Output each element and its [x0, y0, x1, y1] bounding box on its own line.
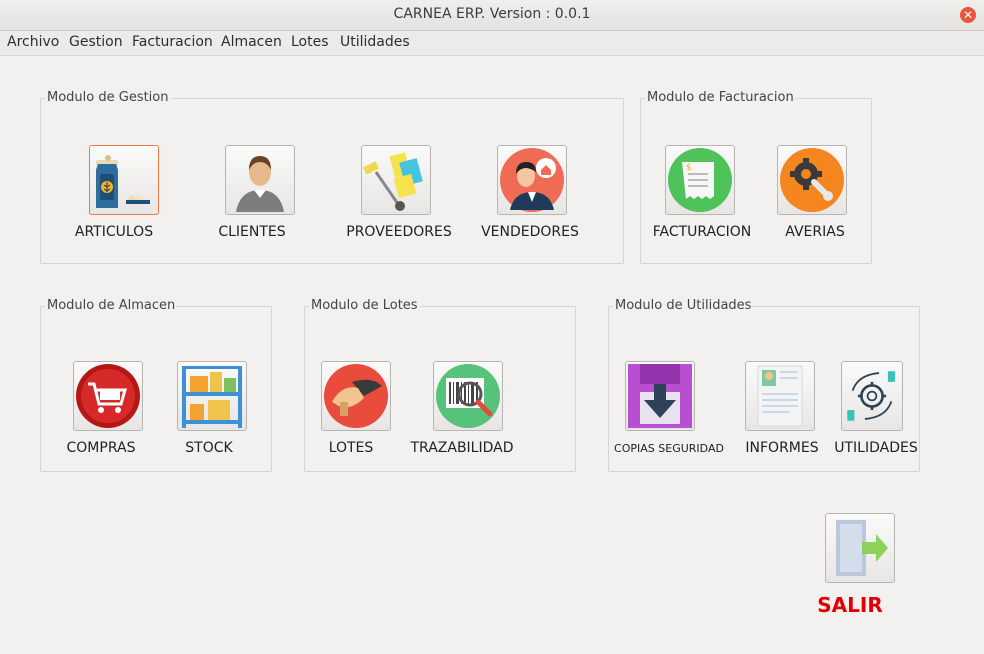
copias-seguridad-label: COPIAS SEGURIDAD — [614, 442, 724, 455]
exit-door-icon — [836, 520, 888, 576]
utilidades-button[interactable] — [841, 361, 903, 431]
facturacion-button[interactable]: $ — [665, 145, 735, 215]
averias-button[interactable] — [777, 145, 847, 215]
facturacion-label: FACTURACION — [652, 224, 752, 240]
lotes-label: LOTES — [328, 440, 374, 456]
menu-almacen[interactable]: Almacen — [221, 34, 282, 50]
flour-bag-icon — [96, 155, 150, 208]
group-utilidades-title: Modulo de Utilidades — [613, 298, 754, 313]
group-almacen-title: Modulo de Almacen — [45, 298, 178, 313]
group-lotes-title: Modulo de Lotes — [309, 298, 420, 313]
stock-label: STOCK — [185, 440, 233, 456]
copias-seguridad-button[interactable] — [625, 361, 695, 431]
salir-label: SALIR — [817, 593, 883, 617]
lot-scanner-icon — [324, 364, 388, 428]
menu-facturacion[interactable]: Facturacion — [132, 34, 213, 50]
compras-label: COMPRAS — [66, 440, 136, 456]
averias-label: AVERIAS — [785, 224, 845, 240]
vendedores-label: VENDEDORES — [481, 224, 579, 240]
lotes-button[interactable] — [321, 361, 391, 431]
articulos-button[interactable] — [89, 145, 159, 215]
person-icon — [236, 156, 284, 212]
salir-button[interactable] — [825, 513, 895, 583]
floppy-download-icon — [628, 364, 692, 428]
proveedores-button[interactable] — [361, 145, 431, 215]
informes-label: INFORMES — [745, 440, 819, 456]
shopping-cart-icon — [76, 364, 140, 428]
menu-archivo[interactable]: Archivo — [7, 34, 59, 50]
svg-text:$: $ — [686, 163, 692, 173]
clientes-label: CLIENTES — [218, 224, 286, 240]
articulos-label: ARTICULOS — [74, 224, 154, 240]
close-icon[interactable]: ✕ — [960, 7, 976, 23]
salesperson-icon — [500, 148, 564, 212]
clientes-button[interactable] — [225, 145, 295, 215]
report-document-icon — [757, 365, 803, 427]
stock-button[interactable] — [177, 361, 247, 431]
hand-truck-icon — [362, 152, 423, 211]
group-facturacion-title: Modulo de Facturacion — [645, 90, 796, 105]
utilidades-label: UTILIDADES — [834, 440, 918, 456]
warehouse-shelf-icon — [182, 366, 242, 428]
barcode-magnifier-icon — [436, 364, 500, 428]
menu-gestion[interactable]: Gestion — [69, 34, 123, 50]
menu-utilidades[interactable]: Utilidades — [340, 34, 410, 50]
settings-hands-icon — [847, 371, 895, 421]
window-title: CARNEA ERP. Version : 0.0.1 — [393, 6, 591, 22]
trazabilidad-label: TRAZABILIDAD — [410, 440, 514, 456]
invoice-icon: $ — [668, 148, 732, 212]
informes-button[interactable] — [745, 361, 815, 431]
vendedores-button[interactable] — [497, 145, 567, 215]
compras-button[interactable] — [73, 361, 143, 431]
title-bar: CARNEA ERP. Version : 0.0.1 ✕ — [0, 0, 984, 31]
menu-lotes[interactable]: Lotes — [291, 34, 329, 50]
group-gestion-title: Modulo de Gestion — [45, 90, 171, 105]
menu-bar: Archivo Gestion Facturacion Almacen Lote… — [0, 31, 984, 56]
proveedores-label: PROVEEDORES — [346, 224, 452, 240]
wrench-gear-icon — [780, 148, 844, 212]
trazabilidad-button[interactable] — [433, 361, 503, 431]
